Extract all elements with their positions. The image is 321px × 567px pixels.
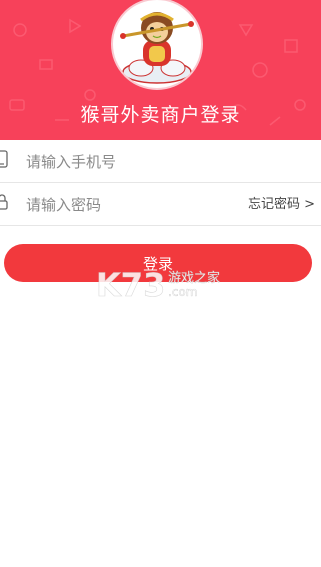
password-row: 忘记密码 > [0, 183, 321, 226]
watermark-domain: .com [168, 285, 197, 299]
page-title: 猴哥外卖商户登录 [80, 104, 241, 126]
login-form: 忘记密码 > [0, 140, 321, 226]
phone-icon [0, 150, 8, 168]
phone-row [0, 140, 321, 183]
forgot-password-link[interactable]: 忘记密码 > [248, 193, 315, 212]
phone-input[interactable] [24, 148, 238, 176]
monkey-logo-icon [120, 12, 194, 84]
k73-watermark: K73 游戏之家 .com [96, 266, 220, 304]
lock-icon [0, 194, 8, 210]
logo [111, 0, 203, 90]
password-input[interactable] [24, 191, 238, 219]
watermark-brand: K73 [96, 266, 165, 304]
header-banner: 猴哥外卖商户登录 [0, 0, 321, 140]
watermark-cn: 游戏之家 [168, 270, 220, 286]
